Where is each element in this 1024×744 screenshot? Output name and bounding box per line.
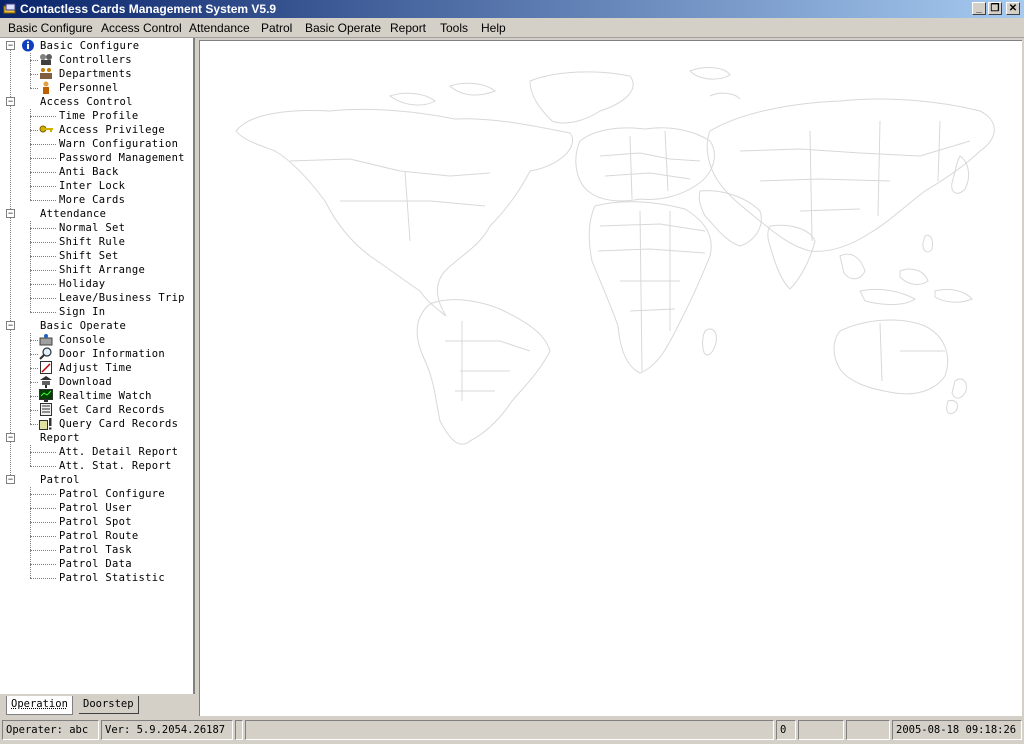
menu-report[interactable]: Report <box>390 21 426 35</box>
status-message <box>245 720 774 740</box>
tree-item-console[interactable]: Console <box>59 333 105 347</box>
tree-item-get-card-records[interactable]: Get Card Records <box>59 403 165 417</box>
tree-item-access-privilege[interactable]: Access Privilege <box>59 123 165 137</box>
europe-outline <box>575 127 715 202</box>
query-icon <box>39 418 52 430</box>
tree-item-leave-business-trip[interactable]: Leave/Business Trip <box>59 291 185 305</box>
world-map-image <box>235 67 995 445</box>
tree-item-shift-rule[interactable]: Shift Rule <box>59 235 125 249</box>
collapse-toggle[interactable]: − <box>6 321 15 330</box>
tree-item-anti-back[interactable]: Anti Back <box>59 165 119 179</box>
tree-item-realtime-watch[interactable]: Realtime Watch <box>59 389 152 403</box>
close-button[interactable]: ✕ <box>1006 2 1020 15</box>
function-tree[interactable]: − Basic Configure Controllers Department… <box>0 38 195 694</box>
asia-outline <box>706 98 995 252</box>
status-panel-empty <box>235 720 243 740</box>
status-bar: Operater: abc Ver: 5.9.2054.26187 0 2005… <box>0 718 1024 744</box>
person-icon <box>43 81 49 94</box>
tree-item-patrol-statistic[interactable]: Patrol Statistic <box>59 571 165 585</box>
tab-doorstep-label: Doorstep <box>83 698 134 710</box>
tree-item-att-stat-report[interactable]: Att. Stat. Report <box>59 459 172 473</box>
navigation-panel: − Basic Configure Controllers Department… <box>0 38 197 716</box>
tree-item-patrol-task[interactable]: Patrol Task <box>59 543 132 557</box>
collapse-toggle[interactable]: − <box>6 97 15 106</box>
tab-doorstep[interactable]: Doorstep <box>79 696 139 714</box>
status-version: Ver: 5.9.2054.26187 <box>101 720 233 740</box>
status-panel-empty <box>846 720 890 740</box>
tree-group-report[interactable]: Report <box>40 431 80 445</box>
tree-item-patrol-spot[interactable]: Patrol Spot <box>59 515 132 529</box>
tree-item-patrol-data[interactable]: Patrol Data <box>59 557 132 571</box>
collapse-toggle[interactable]: − <box>6 475 15 484</box>
info-icon <box>22 39 34 52</box>
menu-basic-configure[interactable]: Basic Configure <box>8 21 93 35</box>
minimize-button[interactable]: _ <box>972 2 986 15</box>
collapse-toggle[interactable]: − <box>6 209 15 218</box>
tree-item-normal-set[interactable]: Normal Set <box>59 221 125 235</box>
tree-item-departments[interactable]: Departments <box>59 67 132 81</box>
menu-access-control[interactable]: Access Control <box>101 21 182 35</box>
tree-item-warn-configuration[interactable]: Warn Configuration <box>59 137 178 151</box>
tab-operation-label: Operation <box>11 698 68 710</box>
north-america-outline <box>235 108 573 317</box>
menu-bar: Basic Configure Access Control Attendanc… <box>0 18 1024 38</box>
tree-item-inter-lock[interactable]: Inter Lock <box>59 179 125 193</box>
menu-tools[interactable]: Tools <box>440 21 468 35</box>
status-operator: Operater: abc <box>2 720 99 740</box>
tree-group-basic-configure[interactable]: Basic Configure <box>40 39 139 53</box>
tree-item-patrol-route[interactable]: Patrol Route <box>59 529 138 543</box>
magnifier-icon <box>39 347 52 360</box>
tree-item-shift-set[interactable]: Shift Set <box>59 249 119 263</box>
tree-group-basic-operate[interactable]: Basic Operate <box>40 319 126 333</box>
menu-help[interactable]: Help <box>481 21 506 35</box>
south-america-outline <box>416 299 551 445</box>
monitor-icon <box>39 389 53 402</box>
tree-item-personnel[interactable]: Personnel <box>59 81 119 95</box>
status-datetime: 2005-08-18 09:18:26 <box>892 720 1022 740</box>
key-icon <box>39 125 53 133</box>
tree-item-sign-in[interactable]: Sign In <box>59 305 105 319</box>
status-panel-empty <box>798 720 844 740</box>
title-bar: Contactless Cards Management System V5.9… <box>0 0 1024 18</box>
menu-attendance[interactable]: Attendance <box>189 21 250 35</box>
world-map-area[interactable] <box>199 40 1022 716</box>
tree-item-patrol-user[interactable]: Patrol User <box>59 501 132 515</box>
departments-icon <box>40 68 52 79</box>
collapse-toggle[interactable]: − <box>6 41 15 50</box>
controllers-icon <box>40 54 52 65</box>
console-icon <box>39 334 53 346</box>
tree-item-patrol-configure[interactable]: Patrol Configure <box>59 487 165 501</box>
tree-item-holiday[interactable]: Holiday <box>59 277 105 291</box>
tree-item-download[interactable]: Download <box>59 375 112 389</box>
tree-item-door-information[interactable]: Door Information <box>59 347 165 361</box>
tree-item-query-card-records[interactable]: Query Card Records <box>59 417 178 431</box>
restore-button[interactable]: ❐ <box>988 2 1002 15</box>
panel-tabs: Operation Doorstep <box>0 694 197 716</box>
records-icon <box>40 403 52 416</box>
tree-item-controllers[interactable]: Controllers <box>59 53 132 67</box>
tree-item-shift-arrange[interactable]: Shift Arrange <box>59 263 145 277</box>
download-icon <box>40 376 52 388</box>
status-count: 0 <box>776 720 796 740</box>
collapse-toggle[interactable]: − <box>6 433 15 442</box>
australia-outline <box>833 319 949 395</box>
greenland-outline <box>529 71 634 124</box>
tab-operation[interactable]: Operation <box>6 696 73 715</box>
adjust-time-icon <box>40 361 52 374</box>
tree-item-adjust-time[interactable]: Adjust Time <box>59 361 132 375</box>
tree-item-more-cards[interactable]: More Cards <box>59 193 125 207</box>
app-card-icon <box>3 3 16 14</box>
tree-group-attendance[interactable]: Attendance <box>40 207 106 221</box>
menu-patrol[interactable]: Patrol <box>261 21 292 35</box>
tree-group-access-control[interactable]: Access Control <box>40 95 133 109</box>
tree-item-time-profile[interactable]: Time Profile <box>59 109 138 123</box>
tree-root-line <box>10 48 11 483</box>
menu-basic-operate[interactable]: Basic Operate <box>305 21 381 35</box>
tree-item-password-management[interactable]: Password Management <box>59 151 185 165</box>
tree-item-att-detail-report[interactable]: Att. Detail Report <box>59 445 178 459</box>
tree-group-patrol[interactable]: Patrol <box>40 473 80 487</box>
africa-outline <box>588 201 712 374</box>
window-title: Contactless Cards Management System V5.9 <box>20 2 277 16</box>
